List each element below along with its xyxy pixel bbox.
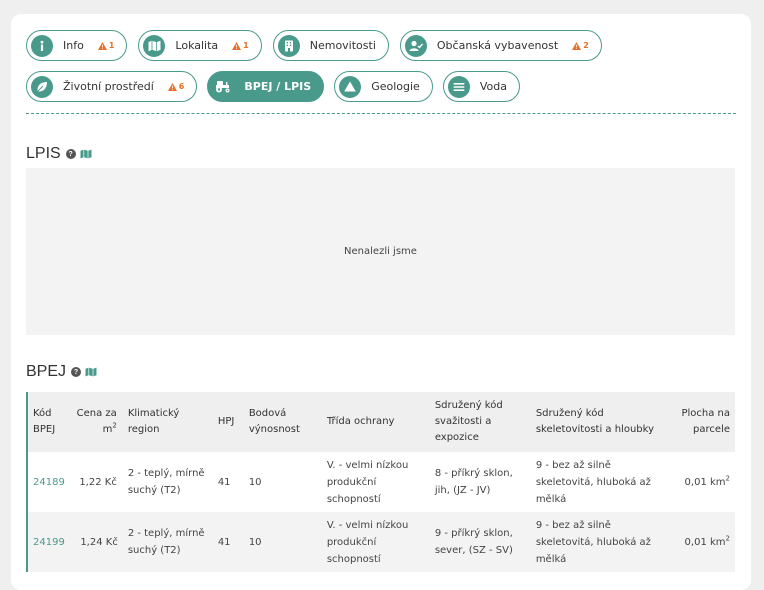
cell-code[interactable]: 24189	[27, 452, 70, 512]
tab-label: Lokalita	[175, 39, 219, 52]
cell-code[interactable]: 24199	[27, 512, 70, 572]
bpej-code-link[interactable]: 24199	[33, 537, 65, 548]
cell-hpj: 41	[212, 512, 244, 572]
help-icon[interactable]: ?	[71, 367, 82, 377]
warning-badge: 1	[232, 41, 249, 50]
cell-protection: V. - velmi nízkou produkční schopností	[326, 459, 409, 505]
table-row: 24199 1,24 Kč 2 - teplý, mírně suchý (T2…	[27, 512, 735, 572]
col-hpj[interactable]: HPJ	[212, 392, 244, 452]
table-header-row: Kód BPEJ Cena za m2 Klimatický region HP…	[27, 392, 735, 452]
user-card-icon	[404, 34, 427, 57]
tab-label: Občanská vybavenost	[436, 39, 559, 52]
tab-zivotni-prostredi[interactable]: Životní prostředí 6	[26, 71, 198, 102]
tab-info[interactable]: Info 1	[26, 30, 128, 61]
building-icon	[277, 34, 300, 57]
cell-skeleton: 9 - bez až silně skeletovitá, hluboká až…	[535, 459, 651, 505]
tab-lokalita[interactable]: Lokalita 1	[138, 30, 262, 61]
col-score[interactable]: Bodová výnosnost	[243, 392, 322, 452]
col-skeleton[interactable]: Sdružený kód skeletovitosti a hloubky	[530, 392, 661, 452]
lpis-title: LPIS	[26, 145, 61, 162]
cell-skeleton: 9 - bez až silně skeletovitá, hluboká až…	[530, 512, 661, 572]
mountain-icon	[339, 75, 362, 98]
info-icon	[31, 34, 53, 57]
cell-region: 2 - teplý, mírně suchý (T2)	[127, 468, 205, 496]
lpis-empty-state: Nenalezli jsme	[26, 168, 735, 335]
cell-area: 0,01 km2	[684, 474, 730, 488]
water-icon	[447, 75, 470, 98]
cell-region: 2 - teplý, mírně suchý (T2)	[122, 512, 213, 572]
col-code[interactable]: Kód BPEJ	[27, 392, 70, 452]
tab-obcanska-vybavenost[interactable]: Občanská vybavenost 2	[399, 30, 602, 61]
leaf-icon	[31, 75, 53, 98]
tabs-divider	[26, 113, 736, 114]
tab-nemovitosti[interactable]: Nemovitosti	[272, 30, 389, 61]
cell-protection: V. - velmi nízkou produkční schopností	[321, 512, 430, 572]
tab-label: Voda	[479, 80, 507, 93]
lpis-heading: LPIS ?	[26, 145, 92, 163]
warning-badge: 6	[167, 82, 184, 91]
tab-label: Životní prostředí	[63, 80, 154, 93]
bpej-heading: BPEJ ?	[26, 363, 97, 381]
cell-area: 0,01 km2	[660, 512, 735, 572]
cell-hpj: 41	[217, 476, 231, 488]
cell-slope: 9 - příkrý sklon, sever, (SZ - SV)	[429, 512, 531, 572]
col-protection[interactable]: Třída ochrany	[321, 392, 430, 452]
warning-icon	[97, 41, 107, 50]
warning-icon	[572, 41, 582, 50]
bpej-table: Kód BPEJ Cena za m2 Klimatický region HP…	[26, 392, 735, 572]
warning-icon	[167, 82, 177, 91]
empty-message: Nenalezli jsme	[344, 246, 417, 257]
cell-slope: 8 - příkrý sklon, jih, (JZ - JV)	[434, 468, 513, 496]
col-area[interactable]: Plocha na parcele	[660, 392, 735, 452]
warning-badge: 1	[97, 41, 114, 50]
col-region[interactable]: Klimatický region	[122, 392, 213, 452]
tab-label: Geologie	[371, 80, 420, 93]
cell-score: 10	[248, 476, 262, 488]
bpej-code-link[interactable]: 24189	[33, 477, 65, 488]
tab-label: BPEJ / LPIS	[244, 80, 312, 93]
col-price[interactable]: Cena za m2	[69, 392, 123, 452]
map-icon	[143, 34, 166, 57]
tabs-row-1: Info 1 Lokalita 1 Nemovitosti Občanská v…	[26, 30, 602, 61]
cell-price: 1,24 Kč	[69, 512, 123, 572]
tab-label: Nemovitosti	[309, 39, 376, 52]
col-slope[interactable]: Sdružený kód svažitosti a expozice	[429, 392, 531, 452]
warning-badge: 2	[572, 41, 589, 50]
warning-icon	[232, 41, 242, 50]
help-icon[interactable]: ?	[65, 149, 76, 159]
content-card: Info 1 Lokalita 1 Nemovitosti Občanská v…	[11, 14, 751, 590]
table-row: 24189 1,22 Kč 2 - teplý, mírně suchý (T2…	[27, 452, 735, 512]
map-icon[interactable]	[80, 149, 92, 159]
tab-label: Info	[63, 39, 84, 52]
cell-score: 10	[243, 512, 322, 572]
tab-bpej-lpis[interactable]: BPEJ / LPIS	[207, 71, 325, 102]
tractor-icon	[212, 76, 234, 98]
tab-voda[interactable]: Voda	[442, 71, 520, 102]
map-icon[interactable]	[85, 367, 97, 377]
tab-geologie[interactable]: Geologie	[334, 71, 433, 102]
bpej-title: BPEJ	[26, 363, 67, 380]
cell-price: 1,22 Kč	[79, 476, 117, 488]
tabs-row-2: Životní prostředí 6 BPEJ / LPIS Geologie…	[26, 71, 520, 102]
